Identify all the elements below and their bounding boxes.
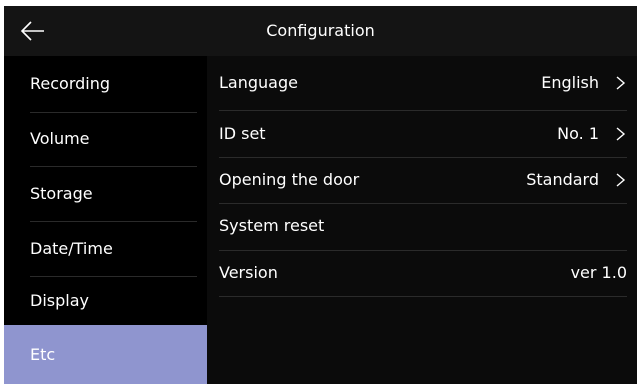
chevron-right-icon [616,76,626,90]
page-title: Configuration [266,21,375,40]
setting-row-language[interactable]: Language English [219,60,627,106]
sidebar-item-label: Etc [30,345,56,364]
sidebar-item-storage[interactable]: Storage [4,167,207,221]
sidebar-item-etc[interactable]: Etc [4,325,207,384]
sidebar-item-display[interactable]: Display [4,277,207,325]
device-screen: Configuration Recording Volume Storage D… [4,6,637,384]
sidebar-item-label: Volume [30,129,90,148]
version-value: ver 1.0 [570,263,627,282]
sidebar-item-date-time[interactable]: Date/Time [4,222,207,276]
setting-row-system-reset[interactable]: System reset [219,203,627,249]
setting-value: No. 1 [557,124,599,143]
setting-row-version: Version ver 1.0 [219,250,627,296]
back-button[interactable] [18,18,48,44]
sidebar-item-volume[interactable]: Volume [4,113,207,165]
sidebar: Recording Volume Storage Date/Time Displ… [4,56,207,384]
setting-label: System reset [219,216,325,235]
setting-label: Language [219,73,298,92]
setting-label: ID set [219,124,266,143]
header-bar: Configuration [4,6,637,56]
divider [219,296,627,297]
setting-row-opening-the-door[interactable]: Opening the door Standard [219,157,627,203]
sidebar-item-label: Date/Time [30,239,113,258]
chevron-right-icon [616,127,626,141]
chevron-right-icon [616,173,626,187]
setting-row-id-set[interactable]: ID set No. 1 [219,111,627,157]
settings-panel: Language English ID set No. 1 Opening th… [207,56,637,384]
sidebar-item-recording[interactable]: Recording [4,56,207,112]
setting-label: Opening the door [219,170,360,189]
arrow-left-icon [20,21,44,41]
setting-value: Standard [526,170,599,189]
sidebar-item-label: Display [30,291,89,310]
setting-label: Version [219,263,278,282]
setting-value: English [541,73,599,92]
sidebar-item-label: Storage [30,184,93,203]
sidebar-item-label: Recording [30,74,111,93]
